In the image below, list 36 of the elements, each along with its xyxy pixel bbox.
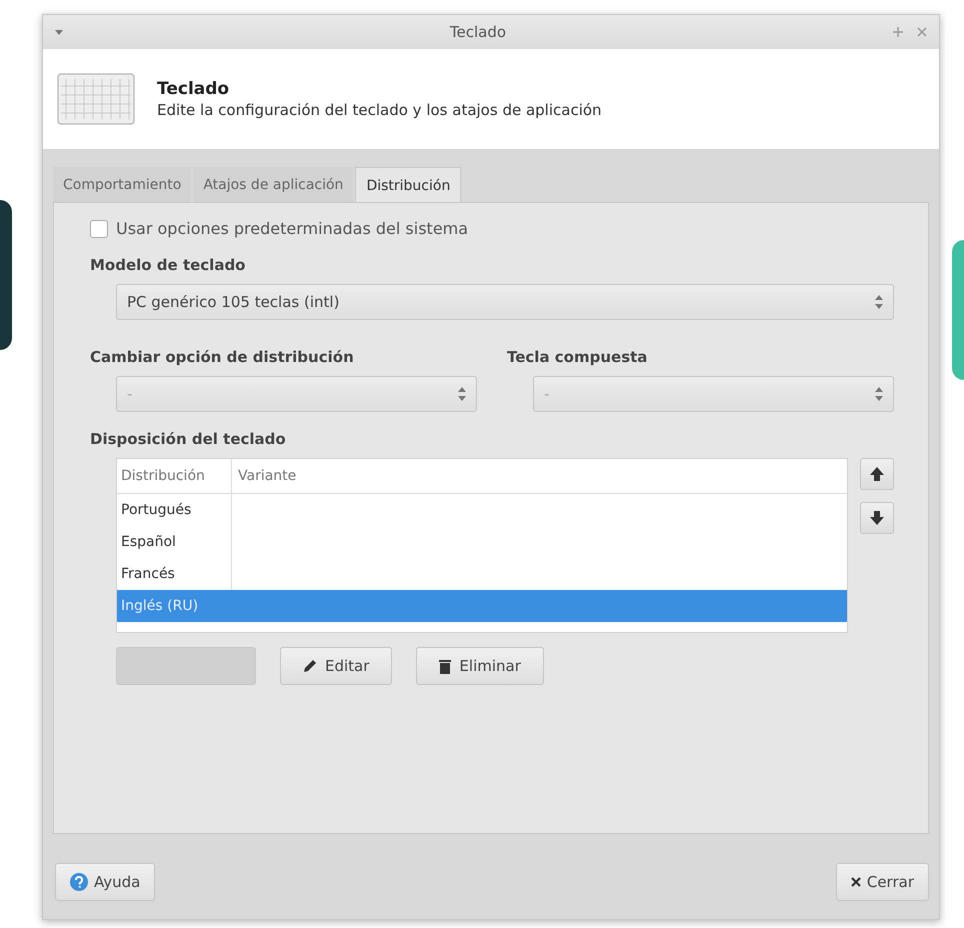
tab[interactable]: Comportamiento xyxy=(53,167,192,202)
window-menu-icon[interactable] xyxy=(55,30,63,34)
checkbox[interactable] xyxy=(90,220,108,238)
move-up-button[interactable] xyxy=(860,458,894,490)
spinner-arrows-icon xyxy=(875,387,883,401)
window-title: Teclado xyxy=(448,23,508,41)
column-header[interactable]: Variante xyxy=(232,468,847,484)
header-title: Teclado xyxy=(157,79,230,99)
header-subtitle: Edite la configuración del teclado y los atajos de aplicación xyxy=(157,101,602,119)
layout-row[interactable]: Portugués xyxy=(117,494,847,526)
delete-button[interactable]: Eliminar xyxy=(416,647,544,685)
pencil-icon xyxy=(303,659,317,673)
pin-icon[interactable] xyxy=(893,27,903,37)
section-label: Modelo de teclado xyxy=(90,256,246,274)
section-label: Disposición del teclado xyxy=(90,430,287,448)
section-label: Cambiar opción de distribución xyxy=(90,348,355,366)
close-icon[interactable] xyxy=(917,27,927,37)
help-icon xyxy=(70,873,88,891)
close-button[interactable]: Cerrar xyxy=(836,863,929,901)
keyboard-model-dropdown[interactable]: PC genérico 105 teclas (intl) xyxy=(116,284,894,320)
trash-icon xyxy=(439,658,452,674)
spinner-arrows-icon xyxy=(875,295,883,309)
arrow-down-icon xyxy=(869,510,885,526)
tab[interactable]: Distribución xyxy=(355,167,462,202)
tab[interactable]: Atajos de aplicación xyxy=(193,167,354,202)
spinner-arrows-icon xyxy=(458,387,466,401)
arrow-up-icon xyxy=(869,466,885,482)
keyboard-icon xyxy=(57,73,135,125)
close-icon xyxy=(850,877,861,887)
help-button[interactable]: Ayuda xyxy=(55,863,156,901)
layout-row[interactable]: Español xyxy=(117,526,847,558)
edit-button[interactable]: Editar xyxy=(280,647,392,685)
move-down-button[interactable] xyxy=(860,502,894,534)
checkbox-label: Usar opciones predeterminadas del sistema xyxy=(116,219,468,238)
section-label: Tecla compuesta xyxy=(507,348,648,366)
column-header[interactable]: Distribución xyxy=(117,459,232,493)
